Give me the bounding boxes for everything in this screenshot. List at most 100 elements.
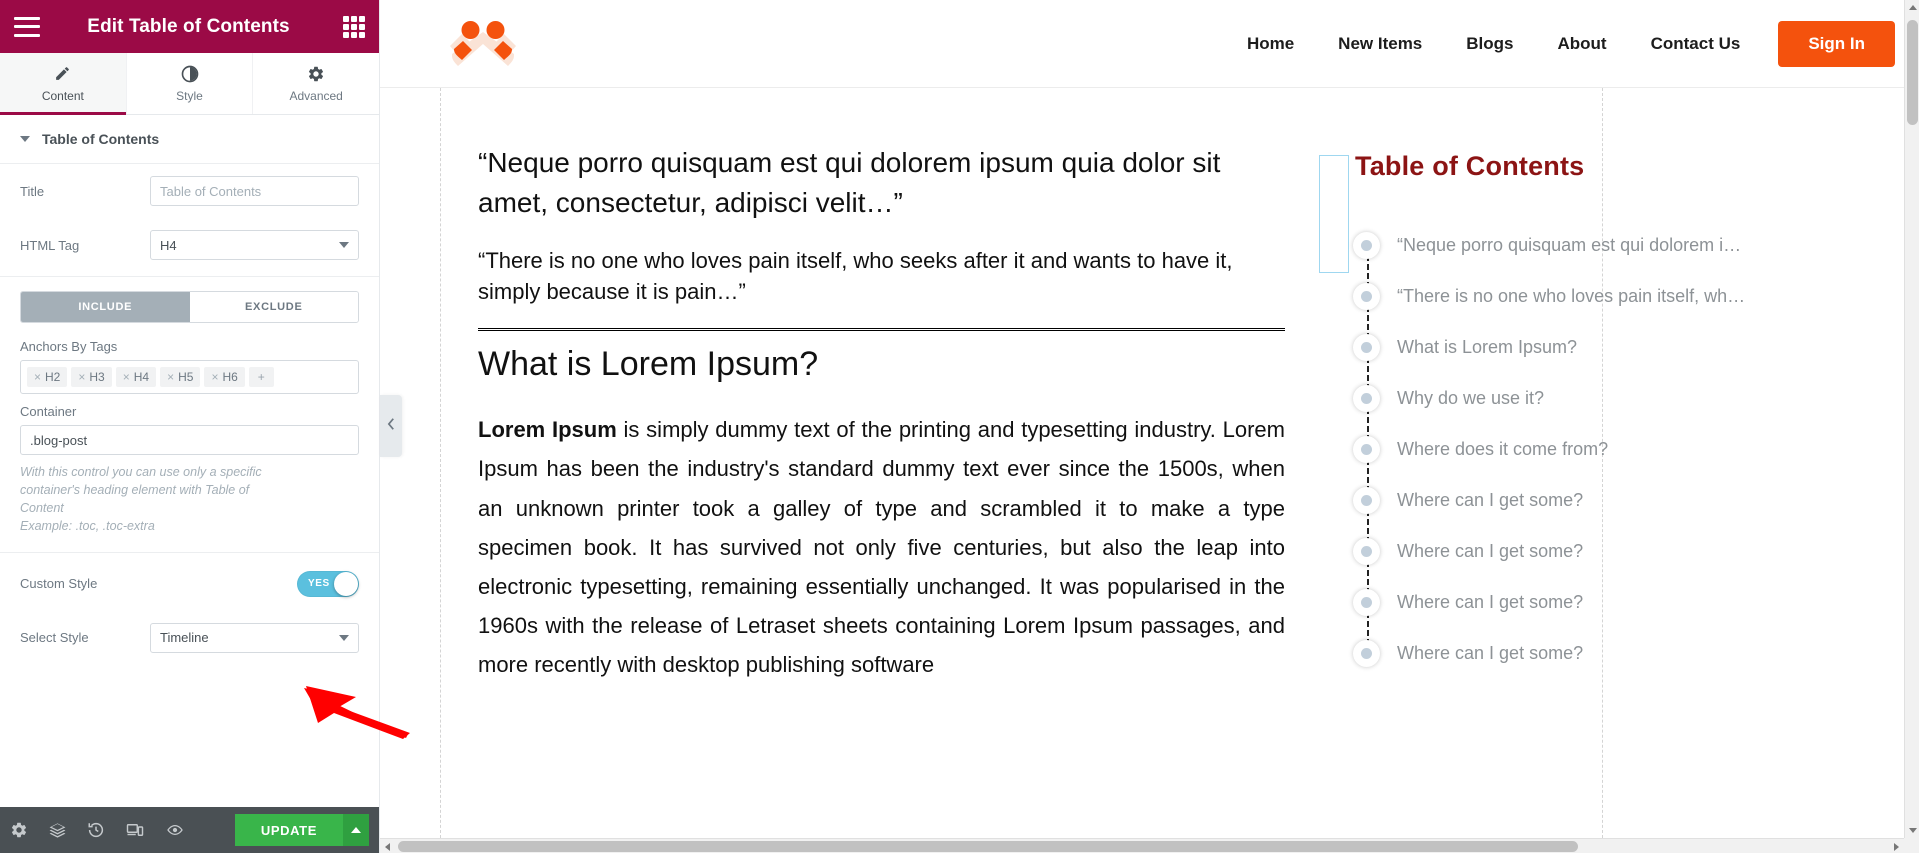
scroll-up-button[interactable] [1905,0,1919,15]
nav-item-home[interactable]: Home [1247,34,1294,54]
tab-content[interactable]: Content [0,53,127,115]
toc-item-label: Where can I get some? [1397,643,1584,663]
tag-h6[interactable]: × H6 [204,367,245,387]
vertical-scroll-thumb[interactable] [1907,20,1918,125]
control-title: Title Table of Contents [0,164,379,218]
horizontal-scroll-thumb[interactable] [398,841,1578,852]
toc-list: “Neque porro quisquam est qui dolorem i…… [1333,220,1879,679]
remove-icon[interactable]: × [34,370,41,384]
article-paragraph: Lorem Ipsum is simply dummy text of the … [478,410,1285,684]
remove-icon[interactable]: × [78,370,85,384]
select-style-label: Select Style [20,630,89,645]
chevron-down-icon [339,634,349,641]
help-line-1: With this control you can use only a spe… [20,465,262,479]
section-label: Table of Contents [42,131,160,147]
horizontal-scrollbar[interactable] [380,838,1904,853]
scroll-left-button[interactable] [380,839,395,853]
title-input[interactable]: Table of Contents [150,176,359,206]
divider [0,276,379,277]
article-heading: What is Lorem Ipsum? [478,345,819,384]
include-exclude-toggle: INCLUDE EXCLUDE [20,291,359,323]
html-tag-value: H4 [160,237,177,253]
tag-h2[interactable]: × H2 [27,367,68,387]
choice-exclude[interactable]: EXCLUDE [189,292,358,322]
nav-item-contact-us[interactable]: Contact Us [1651,34,1741,54]
toc-item[interactable]: “There is no one who loves pain itself, … [1337,271,1879,348]
choice-include[interactable]: INCLUDE [21,292,190,322]
responsive-device-icon[interactable] [125,821,145,839]
toc-item-label: Where does it come from? [1397,439,1609,459]
toc-item[interactable]: Where can I get some? [1337,475,1879,552]
remove-icon[interactable]: × [211,370,218,384]
tag-label: H6 [222,370,238,384]
brand-logo[interactable] [440,14,526,74]
toc-item-label: What is Lorem Ipsum? [1397,337,1578,357]
help-line-4: Example: .toc, .toc-extra [20,519,155,534]
tag-h5[interactable]: × H5 [160,367,201,387]
article-quote-1: “Neque porro quisquam est qui dolorem ip… [478,147,1221,218]
triangle-left-icon [385,842,390,851]
timeline-bullet-icon [1353,334,1380,361]
toc-item-label: “There is no one who loves pain itself, … [1397,286,1746,306]
scroll-right-button[interactable] [1889,839,1904,853]
toc-item[interactable]: Why do we use it? [1337,373,1879,450]
tab-style-label: Style [176,88,203,103]
help-line-3: Content [20,501,64,516]
tab-advanced-label: Advanced [289,88,343,103]
timeline-bullet-icon [1353,538,1380,565]
tab-advanced[interactable]: Advanced [253,53,379,114]
article-body: “Neque porro quisquam est qui dolorem ip… [440,143,1285,853]
container-input[interactable]: .blog-post [20,425,359,455]
chevron-down-icon [20,136,30,142]
toc-item-label: “Neque porro quisquam est qui dolorem i… [1397,235,1742,255]
remove-icon[interactable]: × [167,370,174,384]
tag-h3[interactable]: × H3 [71,367,112,387]
toc-widget[interactable]: Table of Contents “Neque porro quisquam … [1285,143,1879,853]
scroll-down-button[interactable] [1905,823,1919,838]
gear-icon[interactable] [10,821,28,839]
vertical-scrollbar[interactable] [1904,0,1919,838]
sign-in-button[interactable]: Sign In [1778,20,1895,67]
history-icon[interactable] [87,821,105,839]
toc-item-label: Where can I get some? [1397,541,1584,561]
remove-icon[interactable]: × [123,370,130,384]
nav-item-blogs[interactable]: Blogs [1466,34,1513,54]
gear-icon [307,65,325,83]
timeline-bullet-icon [1353,436,1380,463]
editor-panel: Edit Table of Contents Content Style Adv… [0,0,380,853]
toc-item[interactable]: Where can I get some? [1337,577,1879,654]
contrast-half-circle-icon [181,65,199,83]
toc-item[interactable]: “Neque porro quisquam est qui dolorem i… [1337,220,1879,297]
grid-apps-icon[interactable] [343,15,365,38]
timeline-bullet-icon [1353,487,1380,514]
nav-item-new-items[interactable]: New Items [1338,34,1422,54]
html-tag-select[interactable]: H4 [150,230,359,260]
nav-item-about[interactable]: About [1558,34,1607,54]
select-style-dropdown[interactable]: Timeline [150,622,359,653]
panel-footer: UPDATE [0,807,379,853]
toc-item-label: Why do we use it? [1397,388,1545,408]
toc-item[interactable]: Where can I get some? [1337,628,1879,679]
panel-collapse-handle[interactable] [380,395,402,457]
custom-style-toggle[interactable]: YES [297,570,359,597]
app-screen: Edit Table of Contents Content Style Adv… [0,0,1919,853]
timeline-bullet-icon [1353,589,1380,616]
eye-preview-icon[interactable] [165,822,185,838]
toc-item[interactable]: Where can I get some? [1337,526,1879,603]
custom-style-toggle-value: YES [308,578,330,589]
container-help-text: With this control you can use only a spe… [0,455,379,538]
toc-item[interactable]: What is Lorem Ipsum? [1337,322,1879,399]
update-options-button[interactable] [343,814,369,846]
tag-h4[interactable]: × H4 [115,367,157,387]
section-table-of-contents[interactable]: Table of Contents [0,115,379,164]
timeline-bullet-icon [1353,232,1380,259]
panel-body: Title Table of Contents HTML Tag H4 INCL… [0,164,379,807]
tab-style[interactable]: Style [127,53,254,114]
update-button[interactable]: UPDATE [234,814,343,846]
tag-label: H2 [45,370,61,384]
tab-content-label: Content [41,88,84,103]
toc-item[interactable]: Where does it come from? [1337,424,1879,501]
layers-icon[interactable] [48,821,67,840]
add-tag-button[interactable]: + [248,367,274,387]
anchors-tag-box[interactable]: × H2 × H3 × H4 × H5 × H6 + [20,360,359,394]
